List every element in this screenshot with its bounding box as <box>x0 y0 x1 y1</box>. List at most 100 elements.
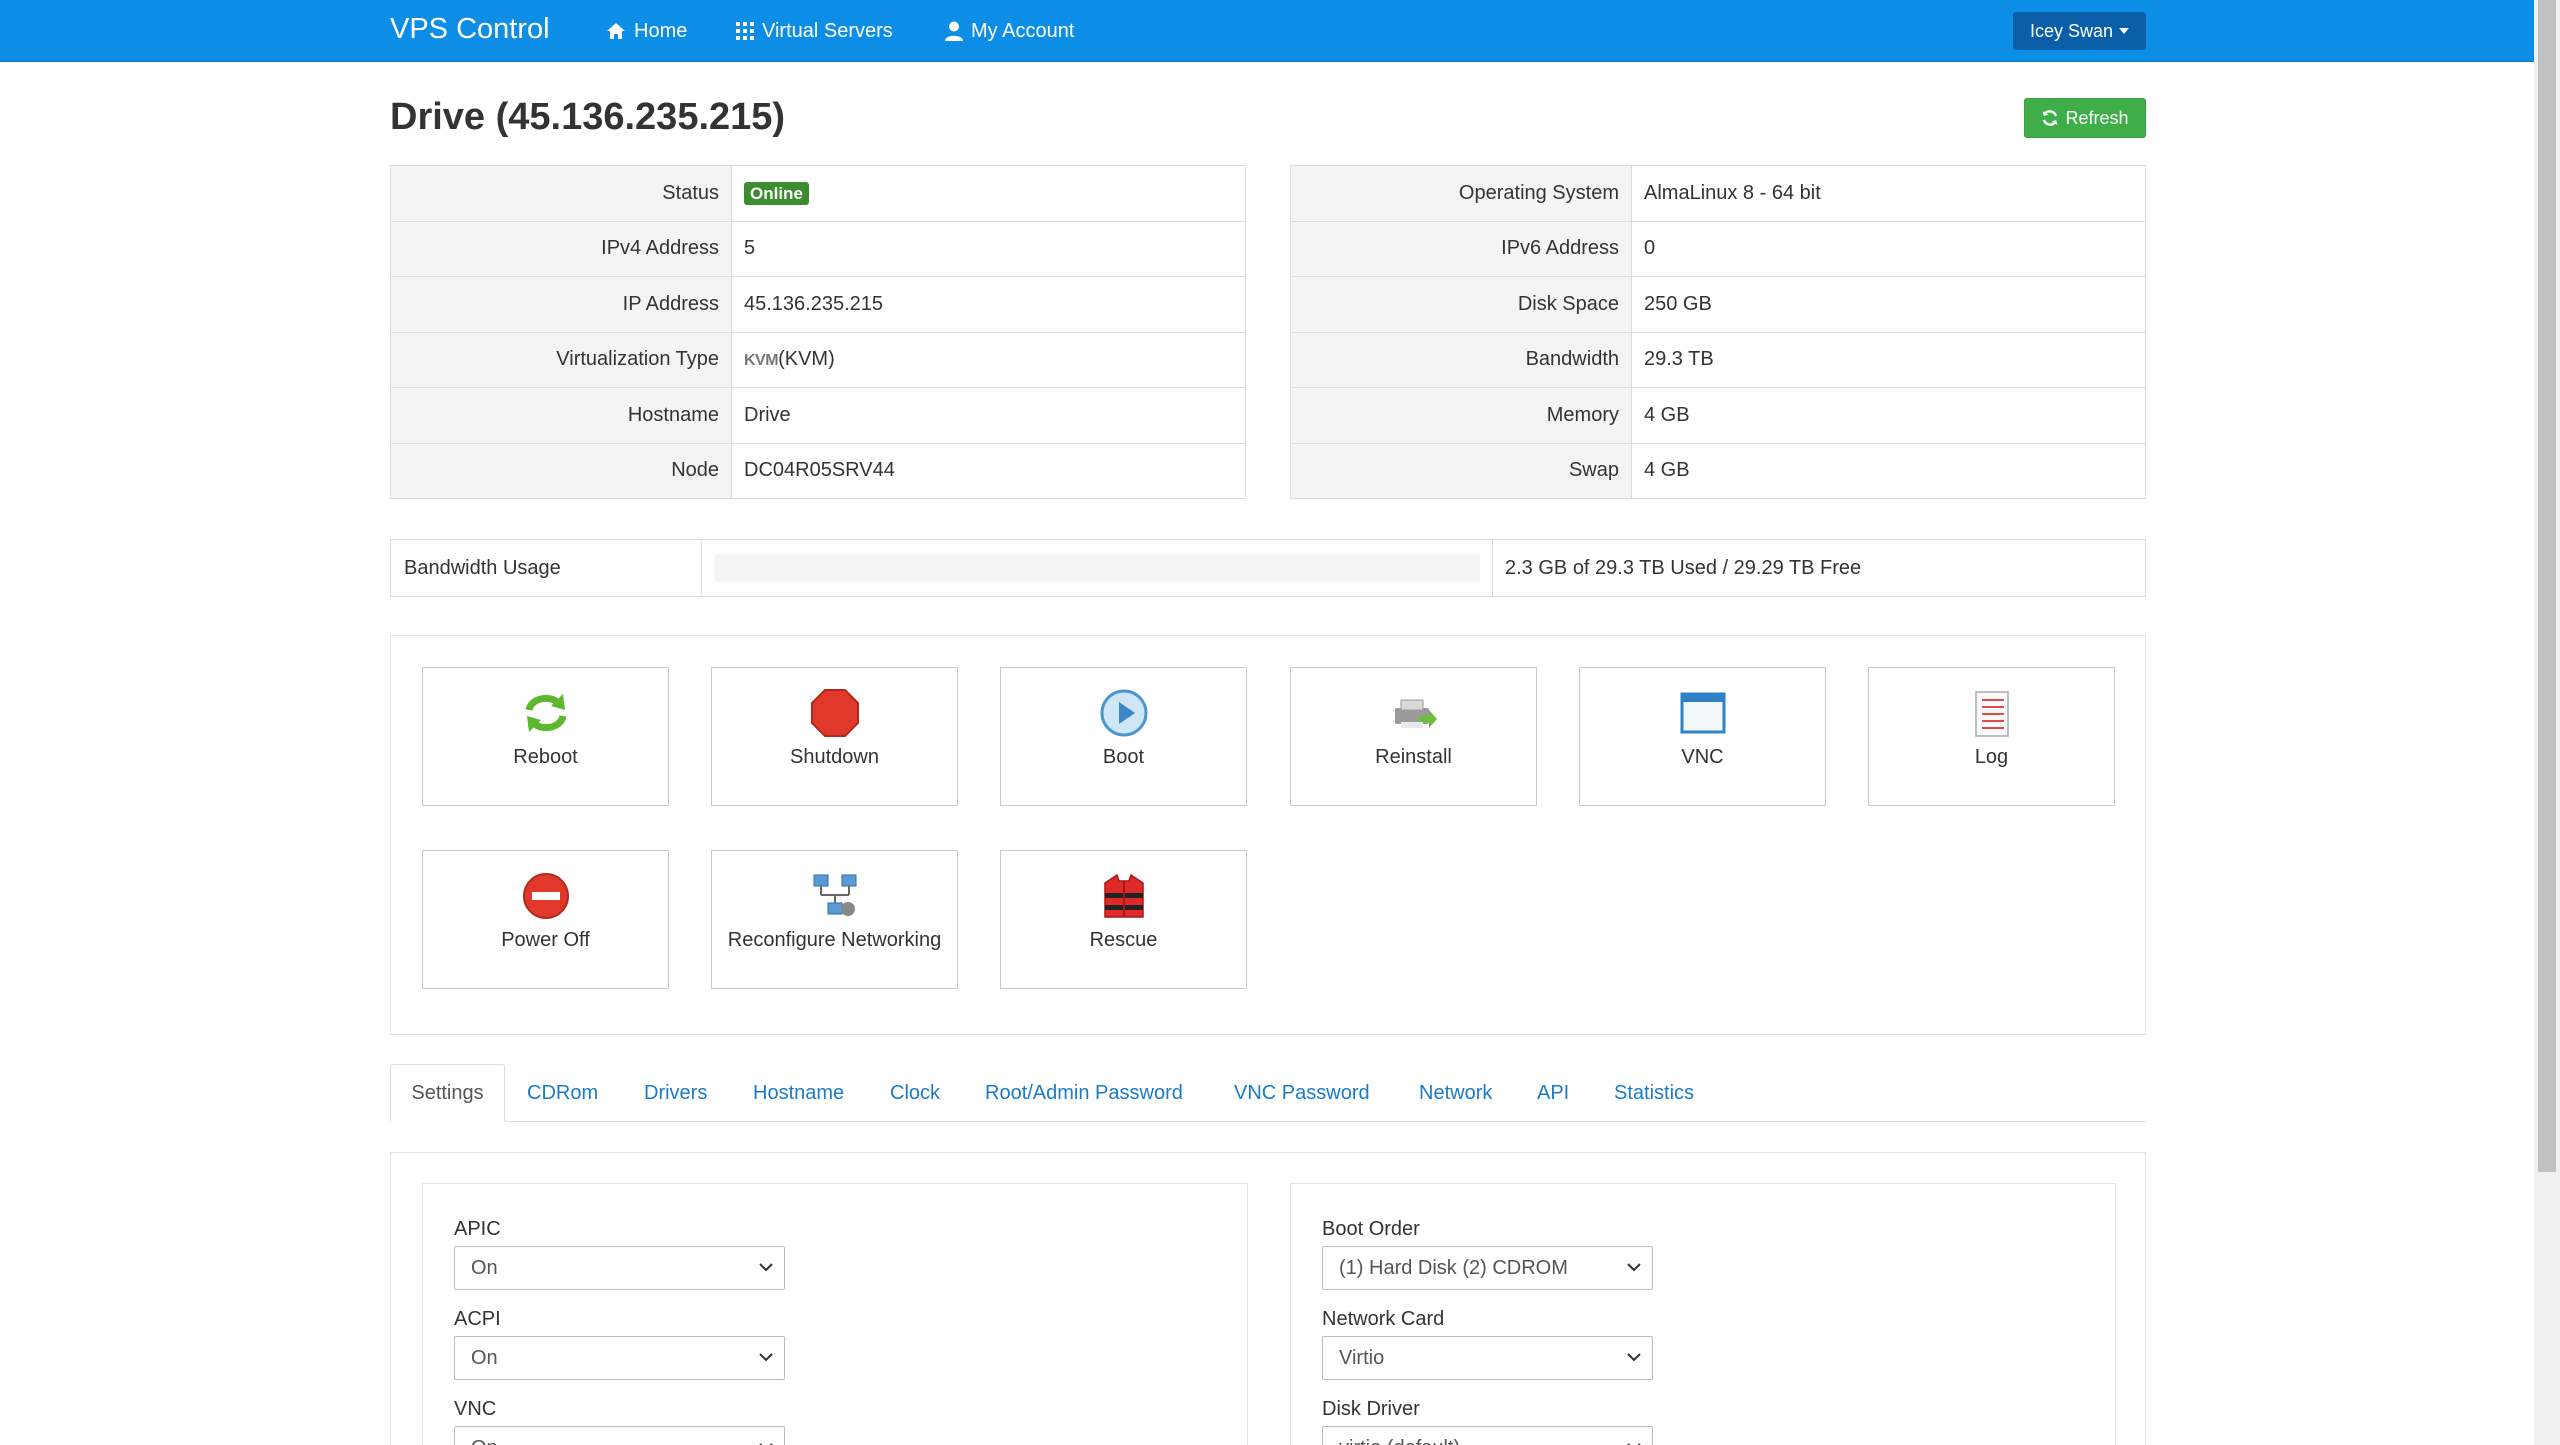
tab-cdrom[interactable]: CDRom <box>527 1064 598 1122</box>
shutdown-label: Shutdown <box>790 746 879 768</box>
tab-drivers[interactable]: Drivers <box>644 1064 707 1122</box>
table-row: Virtualization Type KVM(KVM) <box>390 331 1246 388</box>
disk-space-label: Disk Space <box>1290 276 1632 333</box>
table-row: Swap 4 GB <box>1290 442 2146 499</box>
refresh-icon <box>2042 110 2058 126</box>
settings-tabs: Settings CDRom Drivers Hostname Clock Ro… <box>390 1064 2146 1122</box>
tab-settings[interactable]: Settings <box>390 1064 505 1122</box>
caret-down-icon <box>2119 28 2130 34</box>
bandwidth-progress-cell <box>702 540 1493 596</box>
os-label: Operating System <box>1290 165 1632 222</box>
boot-order-label: Boot Order <box>1322 1218 1420 1240</box>
table-row: Hostname Drive <box>390 387 1246 444</box>
table-row: Bandwidth 29.3 TB <box>1290 331 2146 388</box>
stop-sign-icon <box>810 688 860 738</box>
tab-statistics[interactable]: Statistics <box>1614 1064 1694 1122</box>
virtualization-cell: KVM(KVM) <box>731 331 1246 388</box>
apic-select[interactable]: On <box>454 1246 785 1290</box>
nav-home[interactable]: Home <box>606 18 687 44</box>
ipv6-label: IPv6 Address <box>1290 220 1632 277</box>
ip-label: IP Address <box>390 276 732 333</box>
rescue-label: Rescue <box>1089 929 1158 951</box>
brand-logo[interactable]: VPS Control <box>390 13 550 46</box>
vnc-setting-label: VNC <box>454 1398 497 1420</box>
apic-value: On <box>471 1256 498 1279</box>
nav-my-account-label: My Account <box>971 19 1075 42</box>
user-name: Icey Swan <box>2029 20 2114 41</box>
boot-button[interactable]: Boot <box>1000 667 1247 806</box>
tab-root-password[interactable]: Root/Admin Password <box>985 1064 1183 1122</box>
tab-hostname[interactable]: Hostname <box>753 1064 844 1122</box>
memory-value: 4 GB <box>1631 387 2146 444</box>
disk-driver-select[interactable]: virtio (default) <box>1322 1426 1653 1445</box>
power-off-button[interactable]: Power Off <box>422 850 669 989</box>
bandwidth-value: 29.3 TB <box>1631 331 2146 388</box>
chevron-down-icon <box>1627 1353 1641 1362</box>
nav-my-account[interactable]: My Account <box>945 18 1074 44</box>
user-menu-button[interactable]: Icey Swan <box>2013 12 2146 50</box>
reinstall-button[interactable]: Reinstall <box>1290 667 1537 806</box>
scrollbar-thumb[interactable] <box>2538 0 2556 1172</box>
shutdown-button[interactable]: Shutdown <box>711 667 958 806</box>
status-label: Status <box>390 165 732 222</box>
reconfigure-networking-label: Reconfigure Networking <box>727 929 942 951</box>
chevron-down-icon <box>759 1353 773 1362</box>
notepad-icon <box>1967 688 2017 738</box>
reboot-button[interactable]: Reboot <box>422 667 669 806</box>
network-card-value: Virtio <box>1339 1346 1385 1369</box>
acpi-select[interactable]: On <box>454 1336 785 1380</box>
boot-order-select[interactable]: (1) Hard Disk (2) CDROM <box>1322 1246 1653 1290</box>
hostname-value: Drive <box>731 387 1246 444</box>
log-label: Log <box>1974 746 2009 768</box>
disk-space-value: 250 GB <box>1631 276 2146 333</box>
disk-driver-value: virtio (default) <box>1339 1437 1460 1445</box>
vnc-select[interactable]: On <box>454 1426 785 1445</box>
tab-clock[interactable]: Clock <box>890 1064 940 1122</box>
network-card-label: Network Card <box>1322 1308 1445 1330</box>
table-row: IPv6 Address 0 <box>1290 220 2146 277</box>
ipv6-value: 0 <box>1631 220 2146 277</box>
table-row: IPv4 Address 5 <box>390 220 1246 277</box>
tab-api[interactable]: API <box>1537 1064 1569 1122</box>
virtualization-value: (KVM) <box>778 348 835 371</box>
settings-right-column: Boot Order (1) Hard Disk (2) CDROM Netwo… <box>1290 1183 2116 1445</box>
status-cell: Online <box>731 165 1246 222</box>
reinstall-label: Reinstall <box>1375 746 1452 768</box>
apic-label: APIC <box>454 1218 501 1240</box>
grid-icon <box>736 22 754 40</box>
hostname-label: Hostname <box>390 387 732 444</box>
reboot-label: Reboot <box>513 746 578 768</box>
swap-value: 4 GB <box>1631 442 2146 499</box>
vnc-button[interactable]: VNC <box>1579 667 1826 806</box>
nav-virtual-servers-label: Virtual Servers <box>762 19 893 42</box>
reconfigure-networking-button[interactable]: Reconfigure Networking <box>711 850 958 989</box>
table-row: Disk Space 250 GB <box>1290 276 2146 333</box>
log-button[interactable]: Log <box>1868 667 2115 806</box>
nav-home-label: Home <box>634 19 688 42</box>
ipv4-label: IPv4 Address <box>390 220 732 277</box>
life-vest-icon <box>1099 871 1149 921</box>
acpi-value: On <box>471 1346 498 1369</box>
rescue-button[interactable]: Rescue <box>1000 850 1247 989</box>
ip-value: 45.136.235.215 <box>731 276 1246 333</box>
node-value: DC04R05SRV44 <box>731 442 1246 499</box>
tab-vnc-password[interactable]: VNC Password <box>1234 1064 1370 1122</box>
page-title: Drive (45.136.235.215) <box>390 96 786 138</box>
vnc-label: VNC <box>1681 746 1724 768</box>
page-scrollbar[interactable] <box>2534 0 2560 1445</box>
table-row: Node DC04R05SRV44 <box>390 442 1246 499</box>
bandwidth-usage-row: Bandwidth Usage 2.3 GB of 29.3 TB Used /… <box>390 539 2146 597</box>
play-icon <box>1099 688 1149 738</box>
vnc-setting-value: On <box>471 1437 498 1445</box>
ipv4-value: 5 <box>731 220 1246 277</box>
chevron-down-icon <box>759 1443 773 1445</box>
refresh-button[interactable]: Refresh <box>2024 98 2146 138</box>
kvm-logo-icon: KVM <box>744 352 779 370</box>
nav-virtual-servers[interactable]: Virtual Servers <box>736 18 893 44</box>
table-row: Operating System AlmaLinux 8 - 64 bit <box>1290 165 2146 222</box>
tab-network[interactable]: Network <box>1419 1064 1492 1122</box>
network-card-select[interactable]: Virtio <box>1322 1336 1653 1380</box>
node-label: Node <box>390 442 732 499</box>
reboot-icon <box>521 688 571 738</box>
refresh-label: Refresh <box>2065 107 2129 128</box>
